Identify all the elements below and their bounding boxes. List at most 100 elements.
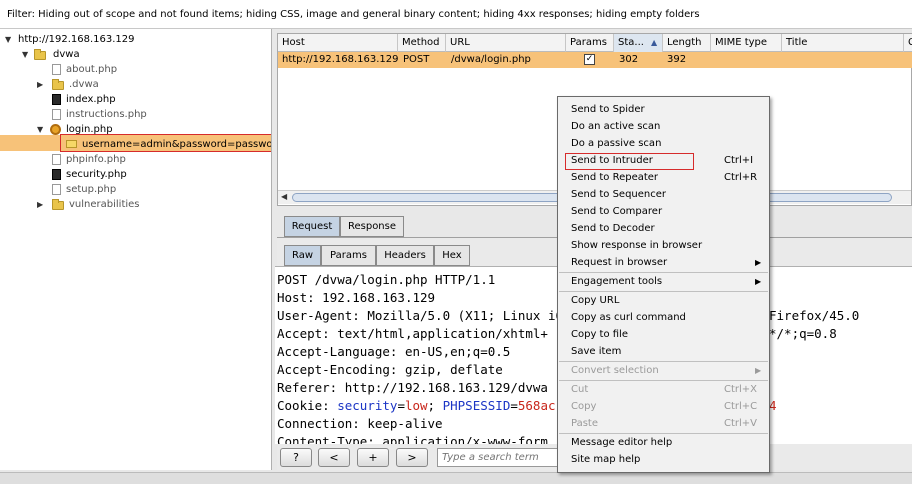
menu-item-copy-to-file[interactable]: Copy to file bbox=[559, 326, 768, 343]
menu-item-copy-url[interactable]: Copy URL bbox=[559, 292, 768, 309]
tab-response[interactable]: Response bbox=[340, 216, 404, 237]
column-title[interactable]: Title bbox=[782, 34, 904, 52]
file-icon bbox=[52, 109, 61, 120]
menu-item-paste: Paste Ctrl+V bbox=[559, 415, 768, 432]
shortcut-label: Ctrl+V bbox=[724, 418, 758, 429]
tab-raw[interactable]: Raw bbox=[284, 245, 321, 266]
scroll-left-icon[interactable]: ◀ bbox=[281, 192, 287, 201]
file-icon bbox=[52, 64, 61, 75]
menu-item-annotation-box bbox=[565, 153, 694, 170]
submenu-arrow-icon: ▶ bbox=[755, 258, 762, 267]
tree-item-label: vulnerabilities bbox=[69, 199, 140, 210]
header-user-agent-tail: Firefox/45.0 bbox=[769, 308, 860, 323]
sort-ascending-icon: ▲ bbox=[651, 38, 658, 47]
tree-item-label: instructions.php bbox=[66, 109, 147, 120]
file-icon bbox=[52, 184, 61, 195]
tab-params[interactable]: Params bbox=[321, 245, 376, 266]
collapse-toggle-icon[interactable]: ▶ bbox=[37, 77, 43, 92]
header-referer: Referer: http://192.168.163.129/dvwa bbox=[277, 380, 548, 395]
column-params[interactable]: Params bbox=[566, 34, 614, 52]
column-length[interactable]: Length bbox=[663, 34, 711, 52]
header-accept-language: Accept-Language: en-US,en;q=0.5 bbox=[277, 344, 511, 359]
tab-headers[interactable]: Headers bbox=[376, 245, 434, 266]
menu-item-engagement-tools[interactable]: Engagement tools ▶ bbox=[559, 273, 768, 290]
header-user-agent: User-Agent: Mozilla/5.0 (X11; Linux i6 bbox=[277, 308, 563, 323]
menu-item-send-to-comparer[interactable]: Send to Comparer bbox=[559, 203, 768, 220]
cell-length: 392 bbox=[667, 54, 687, 65]
collapse-toggle-icon[interactable]: ▶ bbox=[37, 197, 43, 212]
submenu-arrow-icon: ▶ bbox=[755, 277, 762, 286]
tree-item-annotation-box bbox=[60, 134, 271, 152]
menu-item-send-to-spider[interactable]: Send to Spider bbox=[559, 101, 768, 118]
tree-item-label: phpinfo.php bbox=[66, 154, 126, 165]
header-accept: Accept: text/html,application/xhtml+ bbox=[277, 326, 548, 341]
cell-host: http://192.168.163.129 bbox=[282, 54, 399, 65]
header-cookie: Cookie: security=low; PHPSESSID=568ac bbox=[277, 398, 556, 413]
folder-icon bbox=[52, 79, 64, 90]
file-icon bbox=[52, 169, 61, 180]
header-cookie-tail: 4 bbox=[769, 398, 777, 413]
tree-item-label: about.php bbox=[66, 64, 118, 75]
submenu-arrow-icon: ▶ bbox=[755, 366, 762, 375]
tree-root-label: http://192.168.163.129 bbox=[18, 34, 135, 45]
menu-item-site-map-help[interactable]: Site map help bbox=[559, 451, 768, 468]
filter-bar[interactable]: Filter: Hiding out of scope and not foun… bbox=[0, 0, 912, 29]
cell-url: /dvwa/login.php bbox=[451, 54, 531, 65]
tab-hex[interactable]: Hex bbox=[434, 245, 470, 266]
menu-item-copy-as-curl[interactable]: Copy as curl command bbox=[559, 309, 768, 326]
tree-item-label: setup.php bbox=[66, 184, 117, 195]
shortcut-label: Ctrl+I bbox=[724, 155, 754, 166]
menu-item-convert-selection: Convert selection ▶ bbox=[559, 362, 768, 379]
site-map-tree: ▼ http://192.168.163.129 ▼ dvwa about.ph… bbox=[0, 29, 272, 470]
cell-method: POST bbox=[403, 54, 430, 65]
expand-toggle-icon[interactable]: ▼ bbox=[37, 122, 43, 137]
folder-icon bbox=[52, 199, 64, 210]
menu-item-send-to-sequencer[interactable]: Send to Sequencer bbox=[559, 186, 768, 203]
column-status[interactable]: Sta... ▲ bbox=[614, 34, 663, 52]
column-method[interactable]: Method bbox=[398, 34, 446, 52]
previous-button[interactable]: < bbox=[318, 448, 350, 467]
next-button[interactable]: > bbox=[396, 448, 428, 467]
column-host[interactable]: Host bbox=[278, 34, 398, 52]
menu-item-send-to-repeater[interactable]: Send to Repeater Ctrl+R bbox=[559, 169, 768, 186]
column-url[interactable]: URL bbox=[446, 34, 566, 52]
menu-item-copy: Copy Ctrl+C bbox=[559, 398, 768, 415]
tab-request[interactable]: Request bbox=[284, 216, 340, 237]
menu-item-request-in-browser[interactable]: Request in browser ▶ bbox=[559, 254, 768, 271]
menu-item-active-scan[interactable]: Do an active scan bbox=[559, 118, 768, 135]
file-icon bbox=[52, 154, 61, 165]
params-checkbox[interactable]: ✓ bbox=[584, 54, 595, 65]
menu-item-send-to-decoder[interactable]: Send to Decoder bbox=[559, 220, 768, 237]
table-row[interactable]: http://192.168.163.129 POST /dvwa/login.… bbox=[278, 52, 912, 68]
column-status-label: Sta... bbox=[618, 37, 644, 48]
tree-item-label: index.php bbox=[66, 94, 116, 105]
expand-toggle-icon[interactable]: ▼ bbox=[22, 47, 28, 62]
add-button[interactable]: + bbox=[357, 448, 389, 467]
tree-item-label: .dvwa bbox=[69, 79, 99, 90]
tree-item-label: security.php bbox=[66, 169, 127, 180]
request-line: POST /dvwa/login.php HTTP/1.1 bbox=[277, 272, 496, 287]
header-connection: Connection: keep-alive bbox=[277, 416, 443, 431]
shortcut-label: Ctrl+X bbox=[724, 384, 758, 395]
column-mime-type[interactable]: MIME type bbox=[711, 34, 782, 52]
header-accept-tail: */*;q=0.8 bbox=[769, 326, 837, 341]
menu-item-message-editor-help[interactable]: Message editor help bbox=[559, 434, 768, 451]
expand-toggle-icon[interactable]: ▼ bbox=[5, 32, 11, 47]
file-icon bbox=[52, 94, 61, 105]
folder-icon bbox=[34, 49, 46, 60]
menu-item-show-response[interactable]: Show response in browser bbox=[559, 237, 768, 254]
header-host: Host: 192.168.163.129 bbox=[277, 290, 436, 305]
context-menu: Send to Spider Do an active scan Do a pa… bbox=[557, 96, 770, 473]
header-content-type: Content-Type: application/x-www-form bbox=[277, 434, 548, 444]
column-c[interactable]: C bbox=[904, 34, 912, 52]
filter-text: Filter: Hiding out of scope and not foun… bbox=[7, 9, 700, 20]
status-strip bbox=[0, 472, 912, 484]
menu-item-passive-scan[interactable]: Do a passive scan bbox=[559, 135, 768, 152]
shortcut-label: Ctrl+R bbox=[724, 172, 758, 183]
table-header: Host Method URL Params Sta... ▲ Length M… bbox=[278, 34, 912, 52]
menu-item-cut: Cut Ctrl+X bbox=[559, 381, 768, 398]
tree-item-label: dvwa bbox=[53, 49, 80, 60]
menu-item-save-item[interactable]: Save item bbox=[559, 343, 768, 360]
shortcut-label: Ctrl+C bbox=[724, 401, 758, 412]
help-button[interactable]: ? bbox=[280, 448, 312, 467]
